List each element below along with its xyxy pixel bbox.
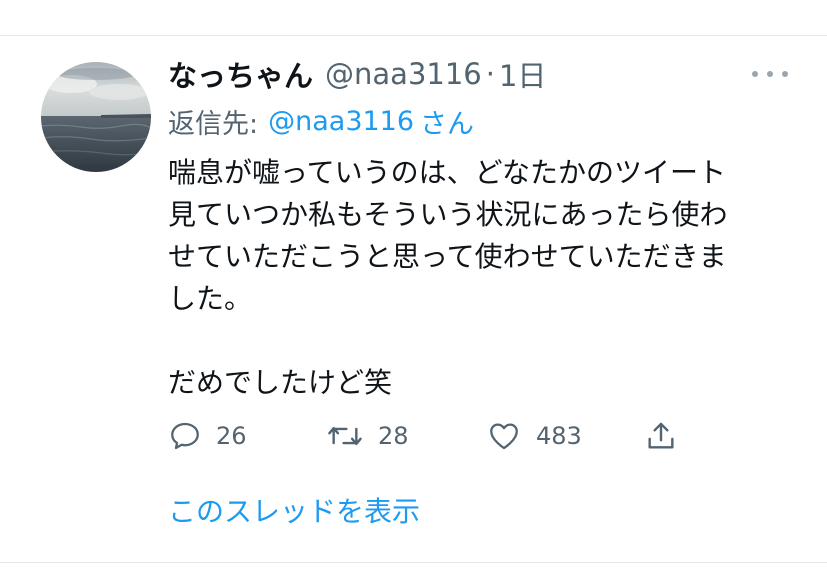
- reply-suffix: さん: [420, 108, 475, 140]
- retweet-count: 28: [378, 422, 409, 450]
- display-name[interactable]: なっちゃん: [168, 53, 313, 95]
- tweet-text-line: せていただこうと思って使わせていただきま: [168, 240, 727, 273]
- tweet-text: 喘息が嘘っていうのは、どなたかのツイート 見ていつか私もそういう状況にあったら使…: [168, 152, 768, 404]
- reply-handle-link[interactable]: @naa3116: [268, 106, 414, 137]
- avatar-sea-image: [41, 62, 151, 172]
- show-thread-link[interactable]: このスレッドを表示: [168, 490, 420, 530]
- bottom-divider: [0, 562, 827, 563]
- tweet-text-line: した。: [168, 282, 253, 315]
- tweet-text-line: だめでしたけど笑: [168, 366, 393, 399]
- tweet-header: なっちゃん @naa3116 · 1日: [168, 52, 546, 96]
- share-button[interactable]: [644, 414, 678, 458]
- retweet-button[interactable]: 28: [326, 414, 409, 458]
- tweet-text-line: 見ていつか私もそういう状況にあったら使わ: [168, 198, 728, 231]
- user-handle[interactable]: @naa3116: [325, 57, 482, 91]
- reply-icon: [171, 422, 199, 450]
- retweet-icon: [328, 427, 362, 445]
- tweet-card: なっちゃん @naa3116 · 1日 返信先: @naa3116 さん 喘息が…: [0, 0, 827, 581]
- reply-context: 返信先: @naa3116 さん: [168, 100, 474, 142]
- timestamp[interactable]: 1日: [499, 53, 546, 95]
- reply-prefix: 返信先:: [168, 108, 259, 140]
- more-horizontal-icon[interactable]: [752, 62, 788, 86]
- top-divider: [0, 35, 827, 36]
- avatar[interactable]: [41, 62, 151, 172]
- like-count: 483: [536, 422, 582, 450]
- like-button[interactable]: 483: [486, 414, 582, 458]
- heart-icon: [490, 423, 518, 450]
- share-icon: [648, 422, 674, 449]
- action-bar: 26 28 483: [168, 414, 688, 458]
- tweet-text-line: 喘息が嘘っていうのは、どなたかのツイート: [168, 156, 727, 189]
- separator-dot: ·: [485, 57, 495, 91]
- reply-button[interactable]: 26: [168, 414, 247, 458]
- reply-count: 26: [216, 422, 247, 450]
